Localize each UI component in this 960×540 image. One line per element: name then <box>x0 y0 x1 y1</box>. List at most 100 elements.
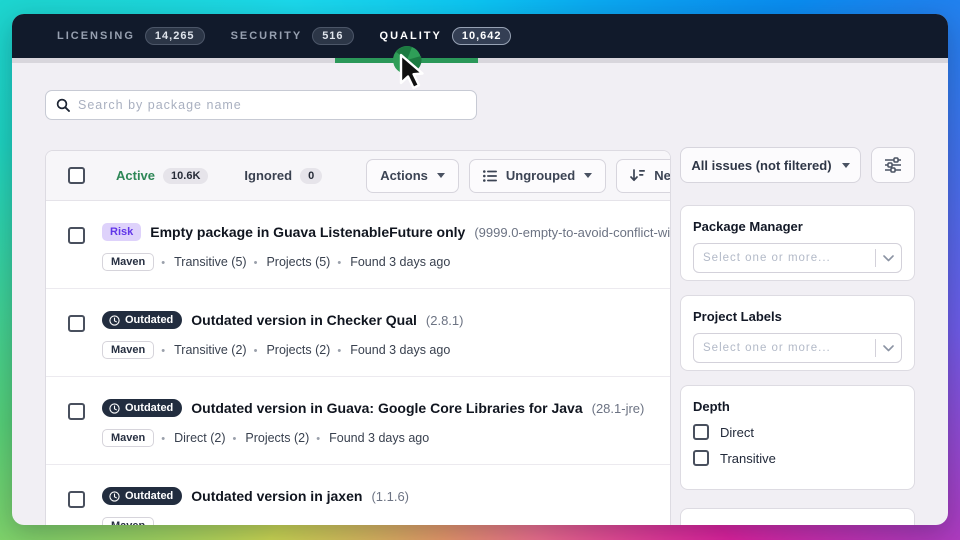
issue-meta: Projects (2) <box>233 431 310 445</box>
issue-meta: Projects (2) <box>254 343 331 357</box>
sort-dropdown-button[interactable]: Newest <box>616 159 671 193</box>
direct-checkbox[interactable] <box>693 424 709 440</box>
search-icon <box>56 98 70 112</box>
issue-version: (28.1-jre) <box>592 401 645 416</box>
package-manager-tag: Maven <box>102 517 154 525</box>
select-all-checkbox[interactable] <box>68 167 85 184</box>
tab-quality-count-badge: 10,642 <box>452 27 512 45</box>
actions-label: Actions <box>380 168 428 183</box>
clock-icon <box>109 491 120 502</box>
gradient-background: LICENSING 14,265 SECURITY 516 QUALITY 10… <box>0 0 960 540</box>
grouping-label: Ungrouped <box>506 168 575 183</box>
package-manager-filter-card: Package Manager Select one or more... <box>680 205 915 281</box>
actions-dropdown-button[interactable]: Actions <box>366 159 459 193</box>
filter-settings-button[interactable] <box>871 147 915 183</box>
outdated-badge: Outdated <box>102 399 182 417</box>
issue-checkbox[interactable] <box>68 315 85 332</box>
package-manager-select[interactable]: Select one or more... <box>693 243 902 273</box>
tab-security-count-badge: 516 <box>312 27 353 45</box>
header-bottom-strip <box>12 58 948 63</box>
caret-down-icon <box>584 173 592 178</box>
issue-row[interactable]: Outdated Outdated version in jaxen (1.1.… <box>46 465 670 525</box>
issue-version: (2.8.1) <box>426 313 464 328</box>
direct-label: Direct <box>720 425 754 440</box>
caret-down-icon <box>842 163 850 168</box>
issue-title: Outdated version in Checker Qual <box>191 312 417 328</box>
list-icon <box>483 170 497 182</box>
depth-label: Depth <box>693 399 902 414</box>
issue-title: Outdated version in jaxen <box>191 488 362 504</box>
ignored-issues-tab[interactable]: Ignored 0 <box>244 168 322 184</box>
depth-option-transitive[interactable]: Transitive <box>693 450 902 466</box>
transitive-checkbox[interactable] <box>693 450 709 466</box>
issue-meta: Transitive (5) <box>161 255 246 269</box>
issue-checkbox[interactable] <box>68 227 85 244</box>
tab-licensing-count-badge: 14,265 <box>145 27 205 45</box>
active-tab-underline <box>335 58 478 63</box>
package-manager-tag: Maven <box>102 253 154 271</box>
issue-scope-label: All issues (not filtered) <box>691 158 831 173</box>
active-issues-tab[interactable]: Active 10.6K <box>116 168 208 184</box>
project-labels-filter-card: Project Labels Select one or more... <box>680 295 915 371</box>
issue-title: Empty package in Guava ListenableFuture … <box>150 224 465 240</box>
outdated-badge-label: Outdated <box>125 402 173 414</box>
issue-row[interactable]: Outdated Outdated version in Guava: Goog… <box>46 377 670 465</box>
sort-descending-icon <box>630 169 645 182</box>
tab-security-label: SECURITY <box>231 30 303 42</box>
depth-option-direct[interactable]: Direct <box>693 424 902 440</box>
tab-licensing[interactable]: LICENSING 14,265 <box>57 27 205 45</box>
depth-filter-card: Depth Direct Transitive <box>680 385 915 490</box>
outdated-badge: Outdated <box>102 311 182 329</box>
tab-security[interactable]: SECURITY 516 <box>231 27 354 45</box>
active-count-badge: 10.6K <box>163 168 208 184</box>
issue-scope-dropdown[interactable]: All issues (not filtered) <box>680 147 861 183</box>
issue-meta: Transitive (2) <box>161 343 246 357</box>
issue-checkbox[interactable] <box>68 491 85 508</box>
risk-badge: Risk <box>102 223 141 241</box>
tab-quality[interactable]: QUALITY 10,642 <box>380 27 512 45</box>
sort-label: Newest <box>654 168 671 183</box>
issue-meta: Projects (5) <box>254 255 331 269</box>
issues-list-panel: Active 10.6K Ignored 0 Actions <box>45 150 671 525</box>
issue-version: (1.1.6) <box>371 489 409 504</box>
app-window: LICENSING 14,265 SECURITY 516 QUALITY 10… <box>12 14 948 525</box>
outdated-badge-label: Outdated <box>125 490 173 502</box>
search-placeholder: Search by package name <box>78 98 242 112</box>
issue-row[interactable]: Risk Empty package in Guava ListenableFu… <box>46 201 670 289</box>
project-labels-select[interactable]: Select one or more... <box>693 333 902 363</box>
outdated-badge-label: Outdated <box>125 314 173 326</box>
clock-icon <box>109 315 120 326</box>
list-toolbar: Active 10.6K Ignored 0 Actions <box>46 151 670 201</box>
issue-meta: Found 3 days ago <box>337 255 450 269</box>
grouping-dropdown-button[interactable]: Ungrouped <box>469 159 606 193</box>
issue-title: Outdated version in Guava: Google Core L… <box>191 400 582 416</box>
tab-licensing-label: LICENSING <box>57 30 135 42</box>
package-manager-tag: Maven <box>102 341 154 359</box>
filter-scope-row: All issues (not filtered) <box>680 147 915 183</box>
outdated-badge: Outdated <box>102 487 182 505</box>
issue-meta: Found 3 days ago <box>337 343 450 357</box>
top-nav-bar: LICENSING 14,265 SECURITY 516 QUALITY 10… <box>12 14 948 58</box>
next-filter-card-partial <box>680 508 915 525</box>
caret-down-icon <box>437 173 445 178</box>
chevron-down-icon <box>875 339 901 357</box>
package-manager-label: Package Manager <box>693 219 902 234</box>
issue-checkbox[interactable] <box>68 403 85 420</box>
clock-icon <box>109 403 120 414</box>
tab-quality-label: QUALITY <box>380 30 442 42</box>
ignored-count-badge: 0 <box>300 168 322 184</box>
transitive-label: Transitive <box>720 451 776 466</box>
issue-meta: Found 3 days ago <box>316 431 429 445</box>
project-labels-label: Project Labels <box>693 309 902 324</box>
issue-version: (9999.0-empty-to-avoid-conflict-with- <box>474 225 670 240</box>
ignored-label: Ignored <box>244 168 292 183</box>
project-labels-placeholder: Select one or more... <box>703 342 875 354</box>
issue-meta: Direct (2) <box>161 431 225 445</box>
package-manager-tag: Maven <box>102 429 154 447</box>
package-manager-placeholder: Select one or more... <box>703 252 875 264</box>
issue-row[interactable]: Outdated Outdated version in Checker Qua… <box>46 289 670 377</box>
sliders-icon <box>884 157 902 173</box>
active-label: Active <box>116 168 155 183</box>
search-input[interactable]: Search by package name <box>45 90 477 120</box>
chevron-down-icon <box>875 249 901 267</box>
